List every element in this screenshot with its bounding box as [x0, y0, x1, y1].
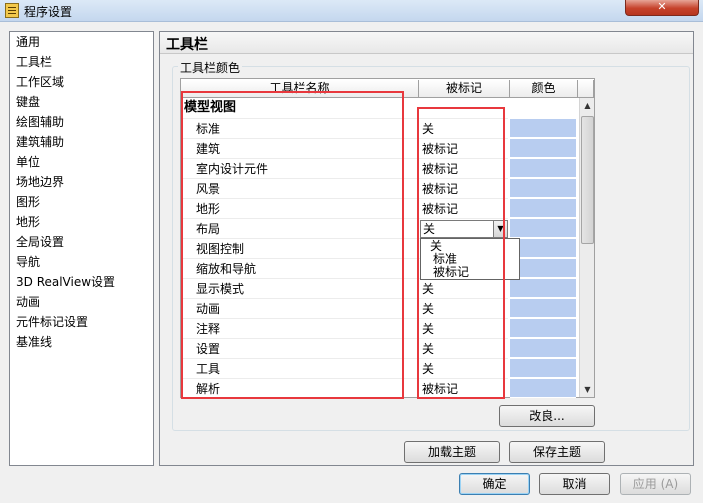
save-theme-button[interactable]: 保存主题	[509, 441, 605, 463]
nav-item-component-tag[interactable]: 元件标记设置	[16, 312, 88, 332]
color-cell-display-mode[interactable]	[510, 279, 576, 298]
scroll-up-arrow-icon[interactable]: ▲	[580, 98, 595, 113]
column-header-filler	[578, 80, 594, 98]
grid-vertical-scrollbar[interactable]: ▲ ▼	[579, 98, 594, 397]
improve-button[interactable]: 改良...	[499, 405, 595, 427]
close-button[interactable]: ✕	[625, 0, 699, 16]
color-cell-landscape[interactable]	[510, 179, 576, 198]
nav-item-graphics[interactable]: 图形	[16, 192, 40, 212]
nav-item-general[interactable]: 通用	[16, 32, 40, 52]
scroll-thumb[interactable]	[581, 116, 594, 244]
color-cell-architecture[interactable]	[510, 139, 576, 158]
settings-app-icon	[5, 3, 19, 18]
nav-item-terrain[interactable]: 地形	[16, 212, 40, 232]
highlight-toolbar-names	[181, 91, 404, 399]
color-cell-settings[interactable]	[510, 339, 576, 358]
cancel-button[interactable]: 取消	[539, 473, 610, 495]
color-cell-interior[interactable]	[510, 159, 576, 178]
nav-item-site-boundary[interactable]: 场地边界	[16, 172, 64, 192]
nav-item-global-settings[interactable]: 全局设置	[16, 232, 64, 252]
panel-header: 工具栏	[160, 32, 693, 54]
load-theme-button[interactable]: 加载主题	[404, 441, 500, 463]
close-icon: ✕	[657, 0, 667, 13]
nav-item-animation[interactable]: 动画	[16, 292, 40, 312]
color-cell-tools[interactable]	[510, 359, 576, 378]
nav-item-drawing-aid[interactable]: 绘图辅助	[16, 112, 64, 132]
scroll-down-arrow-icon[interactable]: ▼	[580, 382, 595, 397]
nav-item-keyboard[interactable]: 键盘	[16, 92, 40, 112]
settings-nav-list: 通用 工具栏 工作区域 键盘 绘图辅助 建筑辅助 单位 场地边界 图形 地形 全…	[9, 31, 154, 466]
color-cell-standard[interactable]	[510, 119, 576, 138]
color-cell-terrain[interactable]	[510, 199, 576, 218]
nav-item-navigation[interactable]: 导航	[16, 252, 40, 272]
nav-item-baseline[interactable]: 基准线	[16, 332, 52, 352]
nav-item-units[interactable]: 单位	[16, 152, 40, 172]
window-title: 程序设置	[24, 5, 73, 19]
toolbar-color-group-label: 工具栏颜色	[178, 59, 243, 76]
nav-item-workspace[interactable]: 工作区域	[16, 72, 64, 92]
panel-title: 工具栏	[166, 37, 208, 53]
nav-item-realview[interactable]: 3D RealView设置	[16, 272, 115, 292]
color-cell-analysis[interactable]	[510, 379, 576, 398]
ok-button[interactable]: 确定	[459, 473, 530, 495]
nav-item-architecture-aid[interactable]: 建筑辅助	[16, 132, 64, 152]
color-cell-annotation[interactable]	[510, 319, 576, 338]
title-bar: 程序设置 ✕	[0, 0, 703, 22]
apply-button[interactable]: 应用 (A)	[620, 473, 691, 495]
nav-item-toolbar[interactable]: 工具栏	[16, 52, 52, 72]
column-header-marked[interactable]: 被标记	[419, 80, 510, 98]
column-header-color[interactable]: 颜色	[510, 80, 578, 98]
color-cell-animation[interactable]	[510, 299, 576, 318]
color-cell-layout[interactable]	[510, 219, 576, 238]
highlight-marked-column	[417, 107, 505, 399]
